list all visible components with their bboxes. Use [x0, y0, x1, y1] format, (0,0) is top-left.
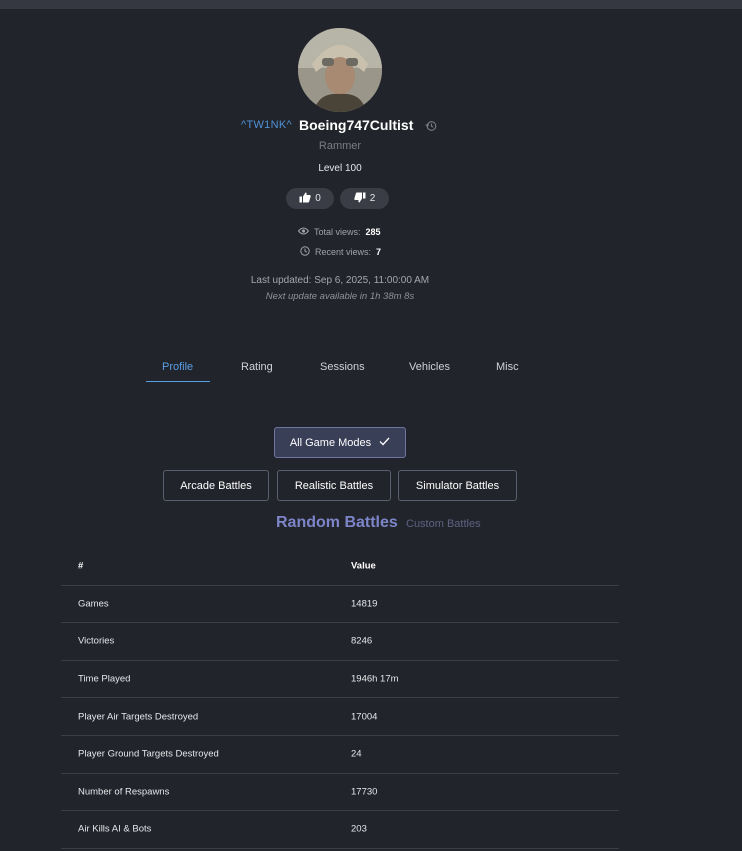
last-updated: Last updated: Sep 6, 2025, 11:00:00 AM [250, 275, 430, 286]
dislike-count: 2 [369, 193, 376, 204]
like-button[interactable]: 0 [286, 188, 334, 209]
arcade-battles-button[interactable]: Arcade Battles [163, 470, 269, 501]
tab-misc[interactable]: Misc [496, 361, 519, 373]
top-bar [0, 0, 742, 9]
random-battles-toggle[interactable]: Random Battles [276, 514, 398, 532]
check-icon [379, 437, 390, 449]
custom-battles-toggle[interactable]: Custom Battles [406, 518, 481, 530]
avatar [298, 28, 382, 112]
total-views-value: 285 [365, 227, 381, 237]
total-views: Total views: 285 [297, 227, 381, 237]
player-level: Level 100 [318, 163, 362, 174]
thumbs-down-icon [354, 192, 366, 206]
recent-views-label: Recent views: [315, 247, 372, 257]
table-row: Number of Respawns 17730 [61, 774, 619, 812]
tab-sessions[interactable]: Sessions [320, 361, 365, 373]
stat-value: 14819 [351, 598, 378, 610]
table-header: # Value [61, 548, 619, 586]
stat-name: Air Kills AI & Bots [78, 823, 152, 835]
stat-value: 8246 [351, 635, 373, 647]
all-game-modes-label: All Game Modes [289, 436, 372, 449]
recent-views-value: 7 [376, 247, 382, 257]
active-tab-indicator [146, 381, 210, 382]
stat-name: Number of Respawns [78, 786, 170, 798]
all-game-modes-button[interactable]: All Game Modes [274, 427, 406, 458]
stat-name: Games [78, 598, 109, 610]
total-views-label: Total views: [314, 227, 361, 237]
stat-value: 1946h 17m [351, 673, 399, 685]
history-icon[interactable] [425, 119, 437, 131]
table-row: Victories 8246 [61, 623, 619, 661]
tab-profile[interactable]: Profile [162, 361, 193, 373]
stat-name: Time Played [78, 673, 131, 685]
stat-name: Victories [78, 635, 115, 647]
stat-value: 17004 [351, 711, 378, 723]
table-row: Air Kills AI & Bots 203 [61, 811, 619, 849]
next-update: Next update available in 1h 38m 8s [265, 291, 415, 302]
stat-name: Player Ground Targets Destroyed [78, 748, 219, 760]
stat-name: Player Air Targets Destroyed [78, 711, 199, 723]
column-header-name: # [78, 560, 84, 572]
column-header-value: Value [351, 560, 376, 572]
clock-icon [300, 246, 310, 258]
table-row: Player Air Targets Destroyed 17004 [61, 698, 619, 736]
table-row: Player Ground Targets Destroyed 24 [61, 736, 619, 774]
recent-views: Recent views: 7 [300, 246, 381, 258]
like-count: 0 [315, 193, 321, 204]
stat-value: 203 [351, 823, 367, 835]
stat-value: 17730 [351, 786, 378, 798]
tab-rating[interactable]: Rating [241, 361, 273, 373]
thumbs-up-icon [299, 192, 311, 206]
tab-vehicles[interactable]: Vehicles [409, 361, 450, 373]
table-row: Time Played 1946h 17m [61, 661, 619, 699]
realistic-battles-button[interactable]: Realistic Battles [277, 470, 391, 501]
stat-value: 24 [351, 748, 362, 760]
eye-icon [297, 227, 310, 237]
table-row: Games 14819 [61, 586, 619, 624]
player-title: Rammer [318, 140, 362, 152]
dislike-button[interactable]: 2 [340, 188, 389, 209]
simulator-battles-button[interactable]: Simulator Battles [398, 470, 517, 501]
clan-tag[interactable]: ^TW1NK^ [241, 119, 292, 131]
username: Boeing747Cultist [299, 117, 414, 133]
stats-table: # Value Games 14819 Victories 8246 Time … [61, 548, 619, 849]
